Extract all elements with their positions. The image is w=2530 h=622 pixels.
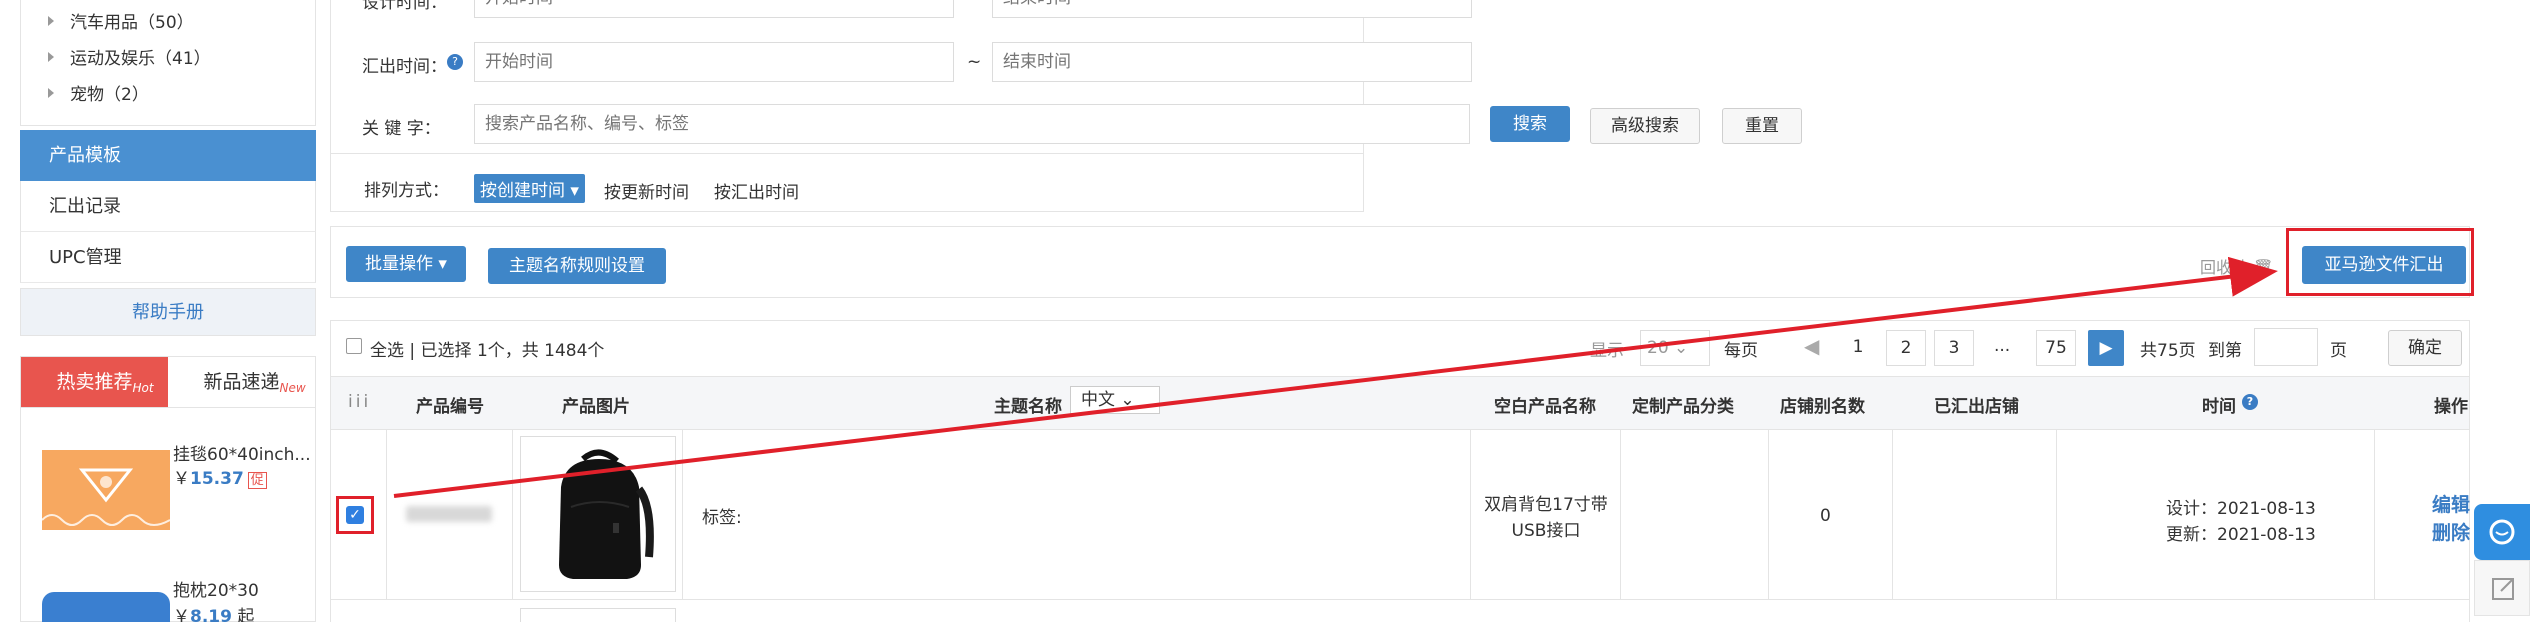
annotation-arrow: [393, 256, 2278, 498]
